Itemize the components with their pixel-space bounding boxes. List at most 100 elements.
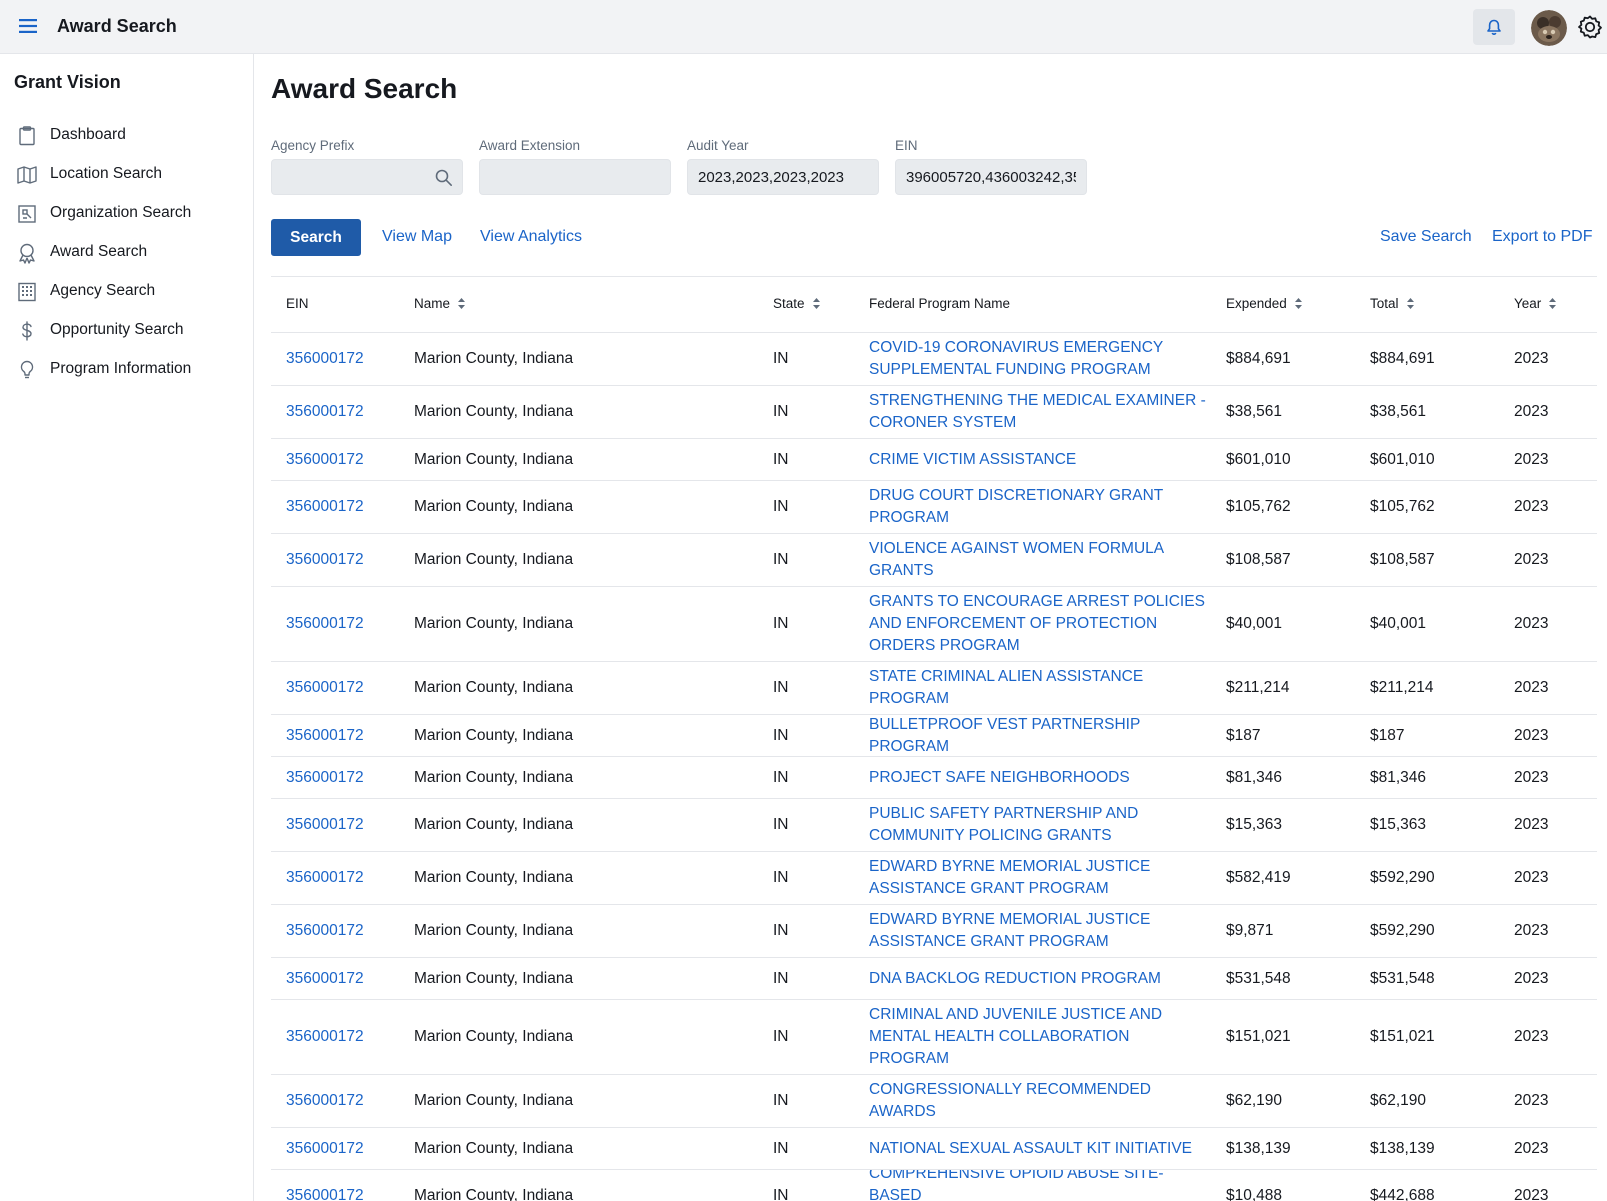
sidebar-item-label: Opportunity Search xyxy=(50,321,184,338)
table-row: 356000172 Marion County, Indiana IN DRUG… xyxy=(271,481,1597,534)
ein-link[interactable]: 356000172 xyxy=(286,970,364,988)
name-cell: Marion County, Indiana xyxy=(414,726,574,744)
ein-link[interactable]: 356000172 xyxy=(286,551,364,569)
award-extension-field xyxy=(479,159,671,195)
sidebar-item-location-search[interactable]: Location Search xyxy=(0,157,253,193)
state-cell: IN xyxy=(773,615,789,632)
sidebar-item-opportunity-search[interactable]: Opportunity Search xyxy=(0,313,253,349)
program-link[interactable]: CONGRESSIONALLY RECOMMENDED AWARDS xyxy=(869,1079,1209,1123)
audit-year-label: Audit Year xyxy=(687,138,749,153)
total-cell: $531,548 xyxy=(1370,969,1435,987)
ein-link[interactable]: 356000172 xyxy=(286,403,364,421)
program-link[interactable]: STRENGTHENING THE MEDICAL EXAMINER - COR… xyxy=(869,390,1209,434)
table-row: 356000172 Marion County, Indiana IN EDWA… xyxy=(271,905,1597,958)
search-button[interactable]: Search xyxy=(271,219,361,256)
column-header-total[interactable]: Total xyxy=(1370,296,1415,311)
ein-link[interactable]: 356000172 xyxy=(286,350,364,368)
total-cell: $38,561 xyxy=(1370,403,1427,420)
program-link[interactable]: EDWARD BYRNE MEMORIAL JUSTICE ASSISTANCE… xyxy=(869,909,1209,953)
ein-link[interactable]: 356000172 xyxy=(286,615,364,633)
sidebar-item-label: Location Search xyxy=(50,165,163,182)
program-link[interactable]: VIOLENCE AGAINST WOMEN FORMULA GRANTS xyxy=(869,538,1209,582)
ein-link[interactable]: 356000172 xyxy=(286,1187,364,1201)
sidebar-item-organization-search[interactable]: Organization Search xyxy=(0,196,253,232)
ein-link[interactable]: 356000172 xyxy=(286,451,364,469)
program-link[interactable]: PUBLIC SAFETY PARTNERSHIP AND COMMUNITY … xyxy=(869,803,1209,847)
column-header-state[interactable]: State xyxy=(773,296,821,311)
program-link[interactable]: COMPREHENSIVE OPIOID ABUSE SITE-BASED xyxy=(869,1170,1209,1201)
state-cell: IN xyxy=(773,1092,789,1109)
state-cell: IN xyxy=(773,1187,789,1201)
award-icon xyxy=(16,242,38,264)
sort-icon[interactable] xyxy=(457,297,466,310)
total-cell: $187 xyxy=(1370,726,1405,744)
sort-icon[interactable] xyxy=(1548,297,1557,310)
program-link[interactable]: STATE CRIMINAL ALIEN ASSISTANCE PROGRAM xyxy=(869,666,1209,710)
sidebar-item-award-search[interactable]: Award Search xyxy=(0,235,253,271)
column-header-year[interactable]: Year xyxy=(1514,296,1557,311)
sort-icon[interactable] xyxy=(1406,297,1415,310)
expended-cell: $884,691 xyxy=(1226,350,1291,367)
column-header-expended[interactable]: Expended xyxy=(1226,296,1303,311)
ein-link[interactable]: 356000172 xyxy=(286,1028,364,1046)
program-link[interactable]: GRANTS TO ENCOURAGE ARREST POLICIES AND … xyxy=(869,591,1209,657)
award-extension-input[interactable] xyxy=(480,160,670,194)
table-row: 356000172 Marion County, Indiana IN CRIM… xyxy=(271,1000,1597,1075)
name-cell: Marion County, Indiana xyxy=(414,1139,574,1157)
sort-icon[interactable] xyxy=(1294,297,1303,310)
sidebar-item-label: Program Information xyxy=(50,360,192,377)
program-link[interactable]: EDWARD BYRNE MEMORIAL JUSTICE ASSISTANCE… xyxy=(869,856,1209,900)
sidebar-item-dashboard[interactable]: Dashboard xyxy=(0,118,253,154)
state-cell: IN xyxy=(773,768,789,786)
expended-cell: $10,488 xyxy=(1226,1187,1283,1201)
state-cell: IN xyxy=(773,551,789,568)
program-link[interactable]: PROJECT SAFE NEIGHBORHOODS xyxy=(869,767,1209,789)
ein-input[interactable] xyxy=(896,160,1086,194)
expended-cell: $601,010 xyxy=(1226,450,1291,468)
search-icon[interactable] xyxy=(434,168,454,188)
expended-cell: $81,346 xyxy=(1226,768,1283,786)
ein-link[interactable]: 356000172 xyxy=(286,679,364,697)
ein-link[interactable]: 356000172 xyxy=(286,1092,364,1110)
view-analytics-link[interactable]: View Analytics xyxy=(480,228,582,246)
sidebar-item-agency-search[interactable]: Agency Search xyxy=(0,274,253,310)
user-avatar[interactable] xyxy=(1531,10,1567,46)
program-link[interactable]: COVID-19 CORONAVIRUS EMERGENCY SUPPLEMEN… xyxy=(869,337,1209,381)
sidebar-item-program-information[interactable]: Program Information xyxy=(0,352,253,388)
ein-link[interactable]: 356000172 xyxy=(286,498,364,516)
name-cell: Marion County, Indiana xyxy=(414,969,574,987)
save-search-link[interactable]: Save Search xyxy=(1380,228,1472,246)
ein-link[interactable]: 356000172 xyxy=(286,769,364,787)
table-row: 356000172 Marion County, Indiana IN VIOL… xyxy=(271,534,1597,587)
table-row: 356000172 Marion County, Indiana IN CRIM… xyxy=(271,439,1597,481)
program-link[interactable]: CRIME VICTIM ASSISTANCE xyxy=(869,449,1209,471)
expended-cell: $211,214 xyxy=(1226,679,1290,696)
program-link[interactable]: BULLETPROOF VEST PARTNERSHIP PROGRAM xyxy=(869,714,1209,758)
export-pdf-link[interactable]: Export to PDF xyxy=(1492,228,1592,246)
sort-icon[interactable] xyxy=(812,297,821,310)
program-link[interactable]: DNA BACKLOG REDUCTION PROGRAM xyxy=(869,968,1209,990)
table-row: 356000172 Marion County, Indiana IN CONG… xyxy=(271,1075,1597,1128)
program-link[interactable]: DRUG COURT DISCRETIONARY GRANT PROGRAM xyxy=(869,485,1209,529)
state-cell: IN xyxy=(773,1139,789,1157)
column-header-name[interactable]: Name xyxy=(414,296,466,311)
view-map-link[interactable]: View Map xyxy=(382,228,452,246)
ein-link[interactable]: 356000172 xyxy=(286,727,364,745)
total-cell: $15,363 xyxy=(1370,816,1427,833)
total-cell: $81,346 xyxy=(1370,768,1427,786)
table-row: 356000172 Marion County, Indiana IN COVI… xyxy=(271,333,1597,386)
audit-year-input[interactable] xyxy=(688,160,878,194)
table-row: 356000172 Marion County, Indiana IN PROJ… xyxy=(271,757,1597,799)
ein-link[interactable]: 356000172 xyxy=(286,922,364,940)
program-link[interactable]: CRIMINAL AND JUVENILE JUSTICE AND MENTAL… xyxy=(869,1004,1209,1070)
notifications-button[interactable] xyxy=(1473,9,1515,45)
table-row: 356000172 Marion County, Indiana IN PUBL… xyxy=(271,799,1597,852)
ein-link[interactable]: 356000172 xyxy=(286,869,364,887)
hamburger-menu-icon[interactable] xyxy=(17,15,39,37)
ein-link[interactable]: 356000172 xyxy=(286,816,364,834)
dollar-icon xyxy=(16,320,38,342)
settings-gear-icon[interactable] xyxy=(1577,14,1603,40)
ein-link[interactable]: 356000172 xyxy=(286,1140,364,1158)
total-cell: $211,214 xyxy=(1370,679,1434,696)
program-link[interactable]: NATIONAL SEXUAL ASSAULT KIT INITIATIVE xyxy=(869,1138,1209,1160)
